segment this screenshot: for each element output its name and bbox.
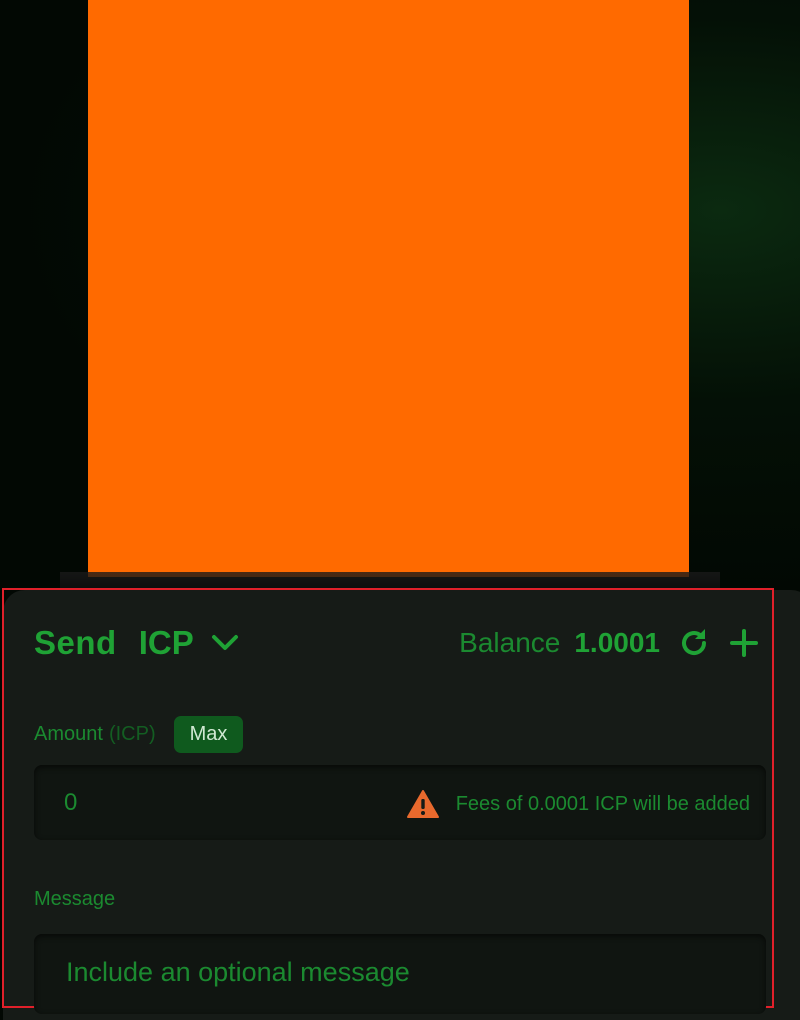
send-header: Send ICP Balance 1.0001 [34, 620, 764, 666]
message-input[interactable] [66, 952, 726, 992]
amount-unit: (ICP) [108, 722, 156, 745]
refresh-icon[interactable] [674, 623, 714, 663]
token-name: ICP [138, 624, 194, 661]
fee-text: Fees of 0.0001 ICP will be added [455, 792, 750, 815]
balance-label: Balance [459, 627, 561, 658]
balance-value: 1.0001 [574, 627, 660, 658]
fee-note: Fees of 0.0001 ICP will be added [406, 789, 750, 819]
message-label: Message [34, 888, 116, 910]
amount-field: Fees of 0.0001 ICP will be added [34, 765, 766, 840]
chevron-down-icon[interactable] [210, 627, 242, 659]
max-button[interactable]: Max [173, 715, 244, 753]
amount-row: Amount (ICP) Max [34, 714, 244, 754]
message-field [34, 934, 766, 1014]
preview-block [88, 0, 689, 577]
warning-icon [406, 789, 440, 819]
balance: Balance 1.0001 [459, 623, 764, 663]
amount-input[interactable] [64, 783, 364, 823]
amount-label: Amount [34, 722, 103, 745]
plus-icon[interactable] [724, 623, 764, 663]
send-title: Send [34, 624, 117, 661]
token-selector[interactable]: Send ICP [34, 624, 242, 662]
